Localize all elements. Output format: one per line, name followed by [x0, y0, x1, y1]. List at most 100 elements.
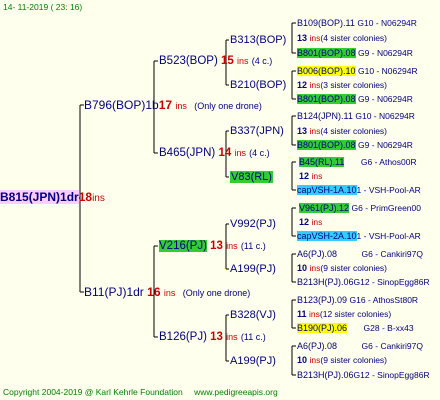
leaf-l1: B109(BOP).11 G10 - N06294R	[297, 17, 417, 30]
ins-label: ins	[237, 56, 249, 66]
ins-num: 13	[297, 33, 308, 43]
leaf-l17: 10 ins(9 sister colonies)	[297, 262, 387, 275]
node-b126: B126(PJ) 13 ins (11 c.)	[159, 331, 266, 344]
leaf-l6: B801(BOP).08 G9 - N06294R	[297, 93, 413, 106]
leaf-note: (4 sister colonies)	[320, 126, 388, 136]
ins-num: 13	[210, 240, 223, 252]
leaf-code: G10 - N06294R	[355, 111, 415, 121]
leaf-code: G28 - B-xx43	[363, 323, 414, 333]
leaf-l15: capVSH-2A.101 - VSH-Pool-AR	[297, 230, 421, 243]
node-name[interactable]: B796(BOP)1b	[84, 98, 159, 112]
leaf-name[interactable]: B124(JPN).11	[297, 111, 353, 121]
leaf-note: (9 sister colonies)	[320, 355, 388, 365]
ins-num: 10	[297, 263, 308, 273]
ins-num: 10	[297, 355, 308, 365]
node-b210[interactable]: B210(BOP)	[230, 79, 286, 92]
leaf-code: G12 - SinopEgg86R	[353, 277, 430, 287]
leaf-l20: 11 ins(12 sister colonies)	[297, 308, 391, 321]
leaf-name[interactable]: B801(BOP).08	[297, 94, 356, 104]
ins-label: ins	[309, 126, 321, 136]
leaf-name[interactable]: B213H(PJ).06	[297, 370, 354, 380]
timestamp: 14- 11-2019 ( 23: 16)	[3, 2, 83, 12]
node-b337[interactable]: B337(JPN)	[230, 125, 284, 138]
site-link[interactable]: www.pedigreeapis.org	[194, 387, 278, 397]
leaf-name[interactable]: B45(RL).11	[299, 157, 345, 167]
root-name[interactable]: B815(JPN)1dr	[0, 190, 79, 204]
leaf-l24: B213H(PJ).06G12 - SinopEgg86R	[297, 369, 430, 382]
leaf-l19: B123(PJ).09 G16 - AthosSt80R	[297, 294, 418, 307]
leaf-name[interactable]: capVSH-2A.10	[297, 231, 357, 241]
node-note: (11 c.)	[240, 241, 266, 251]
leaf-name[interactable]: A6(PJ).08	[297, 341, 337, 351]
leaf-name[interactable]: V961(PJ).12	[299, 203, 350, 213]
node-b465: B465(JPN) 14 ins (4 c.)	[159, 147, 270, 160]
ins-num: 13	[210, 331, 223, 343]
leaf-code: G9 - N06294R	[358, 48, 413, 58]
leaf-code: G9 - N06294R	[358, 140, 413, 150]
node-b523: B523(BOP) 15 ins (4 c.)	[159, 55, 272, 68]
node-a199-2[interactable]: A199(PJ)	[230, 355, 276, 368]
leaf-l16: A6(PJ).08 G6 - Cankiri97Q	[297, 248, 423, 261]
leaf-name[interactable]: B006(BOP).10	[297, 66, 356, 76]
ins-num: 13	[297, 126, 308, 136]
leaf-code: G10 - N06294R	[357, 18, 417, 28]
leaf-note: (9 sister colonies)	[320, 263, 388, 273]
leaf-code: 1 - VSH-Pool-AR	[356, 231, 421, 241]
leaf-name[interactable]: B190(PJ).06	[297, 323, 348, 333]
leaf-l23: 10 ins(9 sister colonies)	[297, 354, 387, 367]
ins-label: ins	[226, 241, 238, 251]
ins-label: ins	[309, 309, 320, 319]
leaf-name[interactable]: B109(BOP).11	[297, 18, 355, 28]
node-name[interactable]: B523(BOP)	[159, 55, 218, 67]
node-note: (Only one drone)	[182, 288, 251, 298]
leaf-l21: B190(PJ).06 G28 - B-xx43	[297, 322, 414, 335]
leaf-code: G16 - AthosSt80R	[349, 295, 419, 305]
ins-label: ins	[309, 263, 321, 273]
leaf-note: (3 sister colonies)	[320, 80, 388, 90]
leaf-l7: B124(JPN).11 G10 - N06294R	[297, 110, 415, 123]
leaf-l22: A6(PJ).08 G6 - Cankiri97Q	[297, 340, 423, 353]
leaf-l10: B45(RL).11 G6 - Athos00R	[299, 156, 417, 169]
leaf-name[interactable]: B801(BOP).08	[297, 140, 356, 150]
ins-label: ins	[175, 101, 187, 111]
ins-num: 12	[299, 217, 310, 227]
leaf-l12: capVSH-1A.101 - VSH-Pool-AR	[297, 184, 421, 197]
node-name[interactable]: B126(PJ)	[159, 331, 207, 343]
leaf-name[interactable]: B123(PJ).09	[297, 295, 347, 305]
node-name[interactable]: V83(RL)	[230, 171, 273, 183]
leaf-l9: B801(BOP).08 G9 - N06294R	[297, 139, 413, 152]
ins-label: ins	[309, 80, 321, 90]
ins-label: ins	[234, 148, 246, 158]
ins-label: ins	[226, 332, 238, 342]
leaf-name[interactable]: capVSH-1A.10	[297, 185, 357, 195]
footer: Copyright 2004-2019 @ Karl Kehrle Founda…	[3, 386, 278, 399]
node-v83: V83(RL)	[230, 171, 273, 184]
leaf-name[interactable]: B213H(PJ).06	[297, 277, 354, 287]
leaf-l5: 12 ins(3 sister colonies)	[297, 79, 387, 92]
ins-label: ins	[311, 171, 323, 181]
leaf-name[interactable]: A6(PJ).08	[297, 249, 337, 259]
node-a199-1[interactable]: A199(PJ)	[230, 263, 276, 276]
leaf-code: G6 - Cankiri97Q	[361, 341, 423, 351]
root-ins-label: ins	[92, 193, 105, 204]
node-name[interactable]: B11(PJ)1dr	[84, 285, 144, 299]
node-name[interactable]: V216(PJ)	[159, 240, 207, 252]
ins-num: 14	[218, 147, 232, 159]
leaf-name[interactable]: B801(BOP).08	[297, 48, 356, 58]
ins-num: 12	[299, 171, 310, 181]
ins-label: ins	[163, 288, 176, 298]
copyright-text: Copyright 2004-2019 @ Karl Kehrle Founda…	[3, 387, 183, 397]
ins-label: ins	[309, 33, 321, 43]
ins-num: 17	[158, 98, 173, 112]
ins-num: 16	[147, 285, 161, 299]
node-b313[interactable]: B313(BOP)	[230, 34, 286, 47]
node-b11: B11(PJ)1dr 16 ins (Only one drone)	[84, 286, 250, 300]
leaf-note: (12 sister colonies)	[319, 309, 392, 319]
node-v992[interactable]: V992(PJ)	[230, 218, 276, 231]
node-v216: V216(PJ) 13 ins (11 c.)	[159, 240, 266, 253]
leaf-l4: B006(BOP).10 G10 - N06294R	[297, 65, 418, 78]
node-note: (11 c.)	[240, 332, 266, 342]
ins-label: ins	[309, 355, 321, 365]
node-b328[interactable]: B328(VJ)	[230, 309, 276, 322]
node-name[interactable]: B465(JPN)	[159, 147, 215, 159]
